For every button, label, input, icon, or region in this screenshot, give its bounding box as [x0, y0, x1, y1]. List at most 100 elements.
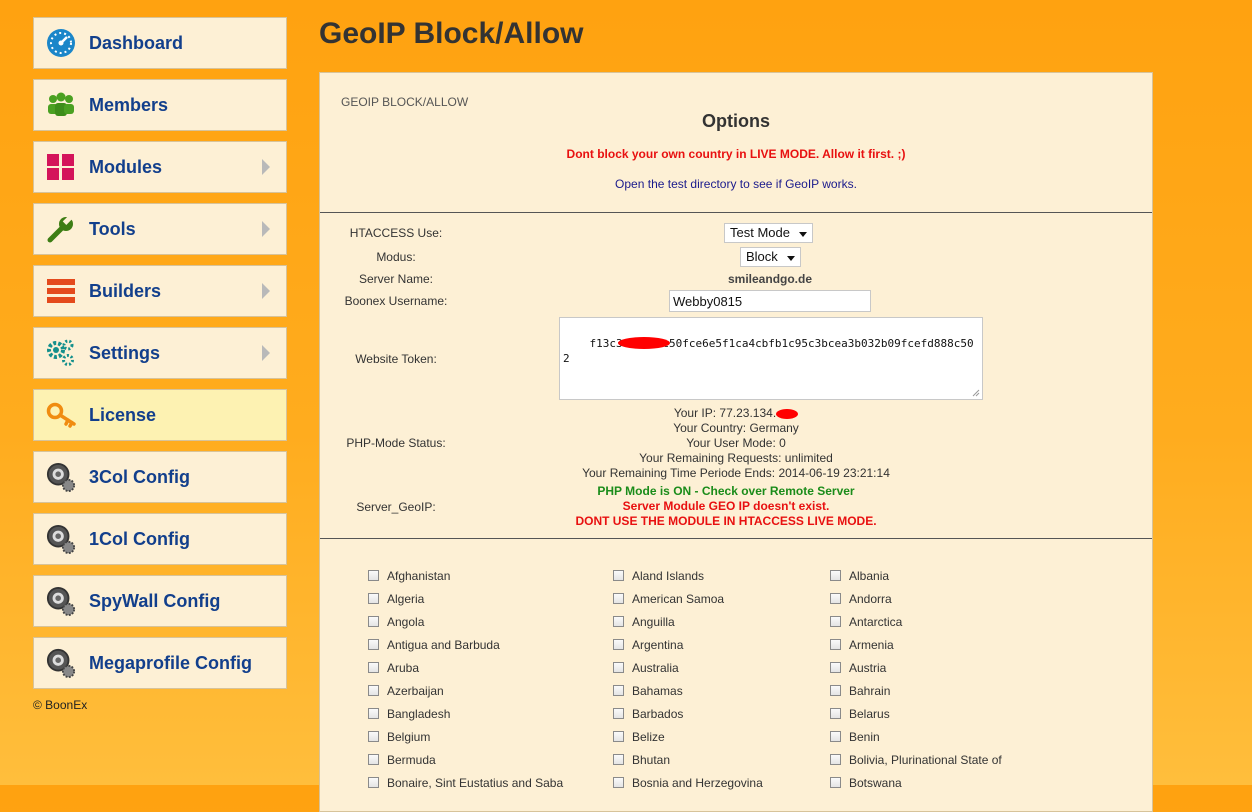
nav-settings-label: Settings	[89, 342, 161, 363]
test-directory-link[interactable]: Open the test directory to see if GeoIP …	[320, 177, 1152, 191]
nav-1col-config-label: 1Col Config	[89, 528, 190, 549]
country-option[interactable]: Antigua and Barbuda	[368, 633, 500, 656]
nav-settings[interactable]: Settings	[33, 327, 287, 379]
country-option[interactable]: Andorra	[830, 587, 892, 610]
country-checkbox[interactable]	[830, 662, 841, 673]
country-checkbox[interactable]	[613, 708, 624, 719]
country-checkbox[interactable]	[368, 754, 379, 765]
country-checkbox[interactable]	[613, 616, 624, 627]
htaccess-select[interactable]: Test Mode	[724, 223, 813, 243]
nav-1col-config[interactable]: 1Col Config	[33, 513, 287, 565]
country-checkbox[interactable]	[613, 662, 624, 673]
dont-use-warning: DONT USE THE MODULE IN HTACCESS LIVE MOD…	[575, 514, 877, 528]
country-checkbox[interactable]	[368, 616, 379, 627]
country-checkbox[interactable]	[613, 570, 624, 581]
country-option[interactable]: Bolivia, Plurinational State of	[830, 748, 1002, 771]
username-input[interactable]	[669, 290, 871, 312]
nav-license[interactable]: License	[33, 389, 287, 441]
modus-label: Modus:	[376, 250, 416, 264]
options-panel: GEOIP BLOCK/ALLOW Options Dont block you…	[319, 72, 1153, 812]
sidebar-nav: Dashboard Members Modules Tools Builders…	[33, 17, 287, 712]
chevron-right-icon	[262, 159, 270, 175]
status-ip-text: Your IP: 77.23.134.	[673, 406, 777, 420]
country-checkbox[interactable]	[830, 639, 841, 650]
country-checkbox[interactable]	[830, 777, 841, 788]
country-option[interactable]: Afghanistan	[368, 564, 450, 587]
country-option[interactable]: Armenia	[830, 633, 894, 656]
country-option[interactable]: Austria	[830, 656, 886, 679]
country-label: Bonaire, Sint Eustatius and Saba	[387, 775, 564, 790]
nav-tools-label: Tools	[89, 218, 136, 239]
country-checkbox[interactable]	[613, 593, 624, 604]
country-checkbox[interactable]	[613, 754, 624, 765]
country-option[interactable]: American Samoa	[613, 587, 724, 610]
chevron-right-icon	[262, 221, 270, 237]
country-label: Botswana	[849, 775, 902, 790]
country-checkbox[interactable]	[368, 593, 379, 604]
nav-members[interactable]: Members	[33, 79, 287, 131]
country-label: Belize	[632, 729, 665, 744]
nav-megaprofile-config-label: Megaprofile Config	[89, 652, 252, 673]
panel-caption: GEOIP BLOCK/ALLOW	[341, 95, 469, 109]
country-checkbox[interactable]	[613, 777, 624, 788]
country-checkbox[interactable]	[613, 639, 624, 650]
country-option[interactable]: Belarus	[830, 702, 890, 725]
country-option[interactable]: Barbados	[613, 702, 683, 725]
country-option[interactable]: Bonaire, Sint Eustatius and Saba	[368, 771, 563, 794]
country-checkbox[interactable]	[830, 685, 841, 696]
country-checkbox[interactable]	[368, 570, 379, 581]
modus-select[interactable]: Block	[740, 247, 801, 267]
nav-modules[interactable]: Modules	[33, 141, 287, 193]
status-time: Your Remaining Time Periode Ends: 2014-0…	[582, 466, 890, 480]
country-option[interactable]: Belgium	[368, 725, 430, 748]
country-option[interactable]: Aland Islands	[613, 564, 704, 587]
country-checkbox[interactable]	[613, 731, 624, 742]
country-label: Antigua and Barbuda	[387, 637, 500, 652]
country-checkbox[interactable]	[368, 731, 379, 742]
country-option[interactable]: Algeria	[368, 587, 424, 610]
country-option[interactable]: Antarctica	[830, 610, 902, 633]
country-checkbox[interactable]	[368, 708, 379, 719]
country-checkbox[interactable]	[830, 616, 841, 627]
country-checkbox[interactable]	[613, 685, 624, 696]
country-option[interactable]: Bahamas	[613, 679, 683, 702]
country-checkbox[interactable]	[830, 570, 841, 581]
country-option[interactable]: Benin	[830, 725, 880, 748]
country-label: Aruba	[387, 660, 420, 675]
country-checkbox[interactable]	[830, 593, 841, 604]
country-option[interactable]: Australia	[613, 656, 679, 679]
country-checkbox[interactable]	[830, 708, 841, 719]
country-checkbox[interactable]	[830, 754, 841, 765]
country-label: Bolivia, Plurinational State of	[849, 752, 1002, 767]
country-option[interactable]: Azerbaijan	[368, 679, 444, 702]
country-label: Bosnia and Herzegovina	[632, 775, 763, 790]
nav-dashboard[interactable]: Dashboard	[33, 17, 287, 69]
nav-megaprofile-config[interactable]: Megaprofile Config	[33, 637, 287, 689]
country-option[interactable]: Bahrain	[830, 679, 890, 702]
country-checkbox[interactable]	[368, 639, 379, 650]
nav-3col-config[interactable]: 3Col Config	[33, 451, 287, 503]
country-option[interactable]: Bangladesh	[368, 702, 450, 725]
resize-handle-icon[interactable]	[972, 389, 980, 397]
nav-tools[interactable]: Tools	[33, 203, 287, 255]
country-checkbox[interactable]	[368, 685, 379, 696]
country-option[interactable]: Bermuda	[368, 748, 436, 771]
country-option[interactable]: Aruba	[368, 656, 419, 679]
country-checkbox[interactable]	[368, 662, 379, 673]
country-checkbox[interactable]	[368, 777, 379, 788]
country-option[interactable]: Angola	[368, 610, 424, 633]
country-option[interactable]: Anguilla	[613, 610, 675, 633]
gears-icon	[46, 338, 76, 368]
country-option[interactable]: Belize	[613, 725, 665, 748]
nav-builders[interactable]: Builders	[33, 265, 287, 317]
country-option[interactable]: Bhutan	[613, 748, 670, 771]
nav-spywall-config[interactable]: SpyWall Config	[33, 575, 287, 627]
token-textarea[interactable]: f13c3403584c50fce6e5f1ca4cbfb1c95c3bcea3…	[559, 317, 983, 400]
country-option[interactable]: Botswana	[830, 771, 902, 794]
country-option[interactable]: Albania	[830, 564, 889, 587]
server-name-label: Server Name:	[358, 272, 434, 286]
country-option[interactable]: Bosnia and Herzegovina	[613, 771, 763, 794]
server-name-value: smileandgo.de	[728, 272, 813, 286]
country-checkbox[interactable]	[830, 731, 841, 742]
country-option[interactable]: Argentina	[613, 633, 683, 656]
